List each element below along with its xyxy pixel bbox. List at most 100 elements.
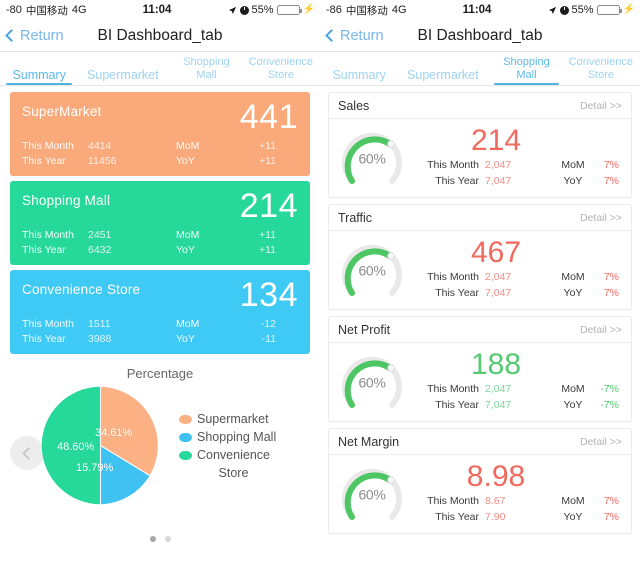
pie-slice-label-shopping-mall: 15.79% [76, 462, 114, 474]
tab-shopping-mall[interactable]: Shopping Mall [169, 56, 243, 85]
metric-row-year: This Year 7,047 YoY 7% [411, 173, 623, 189]
detail-card-metrics: 8.98 This Month 8.67 MoM 7% This Year 7.… [409, 461, 623, 525]
battery-icon [596, 5, 622, 15]
gauge-percent-label: 60% [358, 150, 386, 167]
summary-card-header: Convenience Store 134 [22, 278, 298, 312]
phone-screen-right: -86 中国移动 4G 11:04 55% ⚡ Return BI Dashbo… [320, 0, 640, 567]
legend-swatch-icon [179, 432, 192, 442]
legend-label: Convenience Store [197, 447, 270, 480]
metric-row-month: This Month 8.67 MoM 7% [411, 493, 623, 509]
this-month-value: 1511 [88, 318, 111, 330]
dual-screenshot-container: -80 中国移动 4G 11:04 55% ⚡ Return BI Dashbo… [0, 0, 640, 567]
back-button[interactable]: Return [320, 28, 384, 44]
carrier-name: 中国移动 [25, 4, 68, 17]
tab-supermarket-label: Supermarket [407, 68, 479, 82]
status-bar-left: -86 中国移动 4G [326, 3, 407, 18]
phone-screen-left: -80 中国移动 4G 11:04 55% ⚡ Return BI Dashbo… [0, 0, 320, 567]
this-month-value: 2,047 [485, 270, 512, 283]
legend-item-convenience-store[interactable]: Convenience Store [179, 446, 276, 482]
this-month-label: This Month [427, 494, 479, 507]
this-year-value: 7,047 [485, 286, 512, 299]
yoy-label: YoY [176, 155, 195, 167]
detail-card-net-profit[interactable]: Net Profit Detail >> 60% 188 This Month … [328, 316, 632, 422]
this-month-value: 2,047 [485, 382, 512, 395]
tab-bar: Summary Supermarket Shopping Mall Conven… [320, 52, 640, 86]
yoy-value: 7% [603, 510, 619, 523]
this-month-label: This Month [427, 158, 479, 171]
battery-percent-text: 55% [571, 4, 594, 16]
this-month-value: 2,047 [485, 158, 512, 171]
detail-card-header: Traffic Detail >> [329, 205, 631, 231]
metric-row-year: This Year 11456 YoY +11 [22, 154, 298, 169]
this-year-label: This Year [22, 333, 66, 345]
gauge-percent-label: 60% [358, 486, 386, 503]
tab-shopping-mall[interactable]: Shopping Mall [489, 56, 563, 85]
this-year-label: This Year [22, 155, 66, 167]
this-year-value: 7,047 [485, 174, 512, 187]
chevron-left-icon [5, 28, 18, 42]
metric-row-month: This Month 2,047 MoM -7% [411, 381, 623, 397]
back-button[interactable]: Return [0, 28, 64, 44]
summary-card-header: SuperMarket 441 [22, 100, 298, 134]
yoy-value: -7% [600, 398, 619, 411]
detail-link[interactable]: Detail >> [580, 212, 622, 224]
charging-bolt-icon: ⚡ [622, 4, 635, 15]
detail-card-sales[interactable]: Sales Detail >> 60% 214 This Month 2,047… [328, 92, 632, 198]
tab-shopping-mall-label: Shopping Mall [503, 56, 550, 81]
this-year-value: 3988 [88, 333, 112, 345]
detail-card-traffic[interactable]: Traffic Detail >> 60% 467 This Month 2,0… [328, 204, 632, 310]
this-month-value: 8.67 [485, 494, 506, 507]
this-month-label: This Month [22, 140, 74, 152]
mom-value: 7% [603, 494, 619, 507]
detail-card-header: Sales Detail >> [329, 93, 631, 119]
back-button-label: Return [20, 27, 64, 44]
battery-icon [276, 5, 302, 15]
mom-value: +11 [258, 140, 276, 152]
detail-card-metrics: 467 This Month 2,047 MoM 7% This Year 7,… [409, 235, 623, 301]
mom-label: MoM [561, 382, 585, 395]
detail-link[interactable]: Detail >> [580, 324, 622, 336]
detail-link[interactable]: Detail >> [580, 100, 622, 112]
tab-summary[interactable]: Summary [2, 69, 76, 85]
tab-active-underline [6, 83, 72, 85]
summary-card-supermarket[interactable]: SuperMarket 441 This Month 4414 MoM +11 … [10, 92, 310, 176]
page-dot-2[interactable] [164, 536, 171, 542]
tab-supermarket[interactable]: Supermarket [396, 69, 489, 85]
tab-active-underline [493, 83, 560, 85]
tab-convenience-store[interactable]: Convenience Store [564, 56, 638, 85]
mom-label: MoM [561, 494, 585, 507]
summary-card-header: Shopping Mall 214 [22, 189, 298, 223]
this-month-value: 4414 [88, 140, 112, 152]
detail-link[interactable]: Detail >> [580, 436, 622, 448]
legend-swatch-icon [179, 414, 192, 424]
alarm-icon [559, 5, 569, 15]
this-year-label: This Year [435, 174, 479, 187]
alarm-icon [239, 5, 249, 15]
legend-item-supermarket[interactable]: Supermarket [179, 410, 276, 428]
this-year-value: 6432 [88, 244, 112, 256]
detail-card-title: Sales [338, 99, 370, 113]
summary-card-convenience-store[interactable]: Convenience Store 134 This Month 1511 Mo… [10, 270, 310, 354]
this-month-value: 2451 [88, 229, 112, 241]
summary-card-metrics: This Month 1511 MoM -12 This Year 3988 Y… [22, 317, 298, 347]
mom-value: 7% [603, 158, 619, 171]
summary-card-shopping-mall[interactable]: Shopping Mall 214 This Month 2451 MoM +1… [10, 181, 310, 265]
chart-legend: Supermarket Shopping Mall Convenience St… [179, 410, 276, 482]
tab-supermarket[interactable]: Supermarket [76, 69, 169, 85]
tab-summary[interactable]: Summary [322, 69, 396, 85]
detail-card-net-margin[interactable]: Net Margin Detail >> 60% 8.98 This Month… [328, 428, 632, 534]
percentage-chart-panel: Percentage 34.61% 15.79% 48.60% Supermar… [0, 360, 320, 550]
tab-summary-label: Summary [332, 68, 386, 82]
detail-card-rows: This Month 2,047 MoM 7% This Year 7,047 … [411, 269, 623, 301]
legend-item-shopping-mall[interactable]: Shopping Mall [179, 428, 276, 446]
metric-row-year: This Year 6432 YoY +11 [22, 243, 298, 258]
tab-convenience-store[interactable]: Convenience Store [244, 56, 318, 85]
detail-card-list: Sales Detail >> 60% 214 This Month 2,047… [320, 86, 640, 534]
detail-card-value: 467 [470, 235, 522, 269]
detail-card-title: Traffic [338, 211, 373, 225]
status-bar-right: 55% ⚡ [548, 4, 635, 16]
legend-label: Shopping Mall [197, 429, 277, 444]
detail-card-header: Net Margin Detail >> [329, 429, 631, 455]
legend-swatch-icon [179, 450, 192, 460]
page-dot-1[interactable] [149, 536, 156, 542]
